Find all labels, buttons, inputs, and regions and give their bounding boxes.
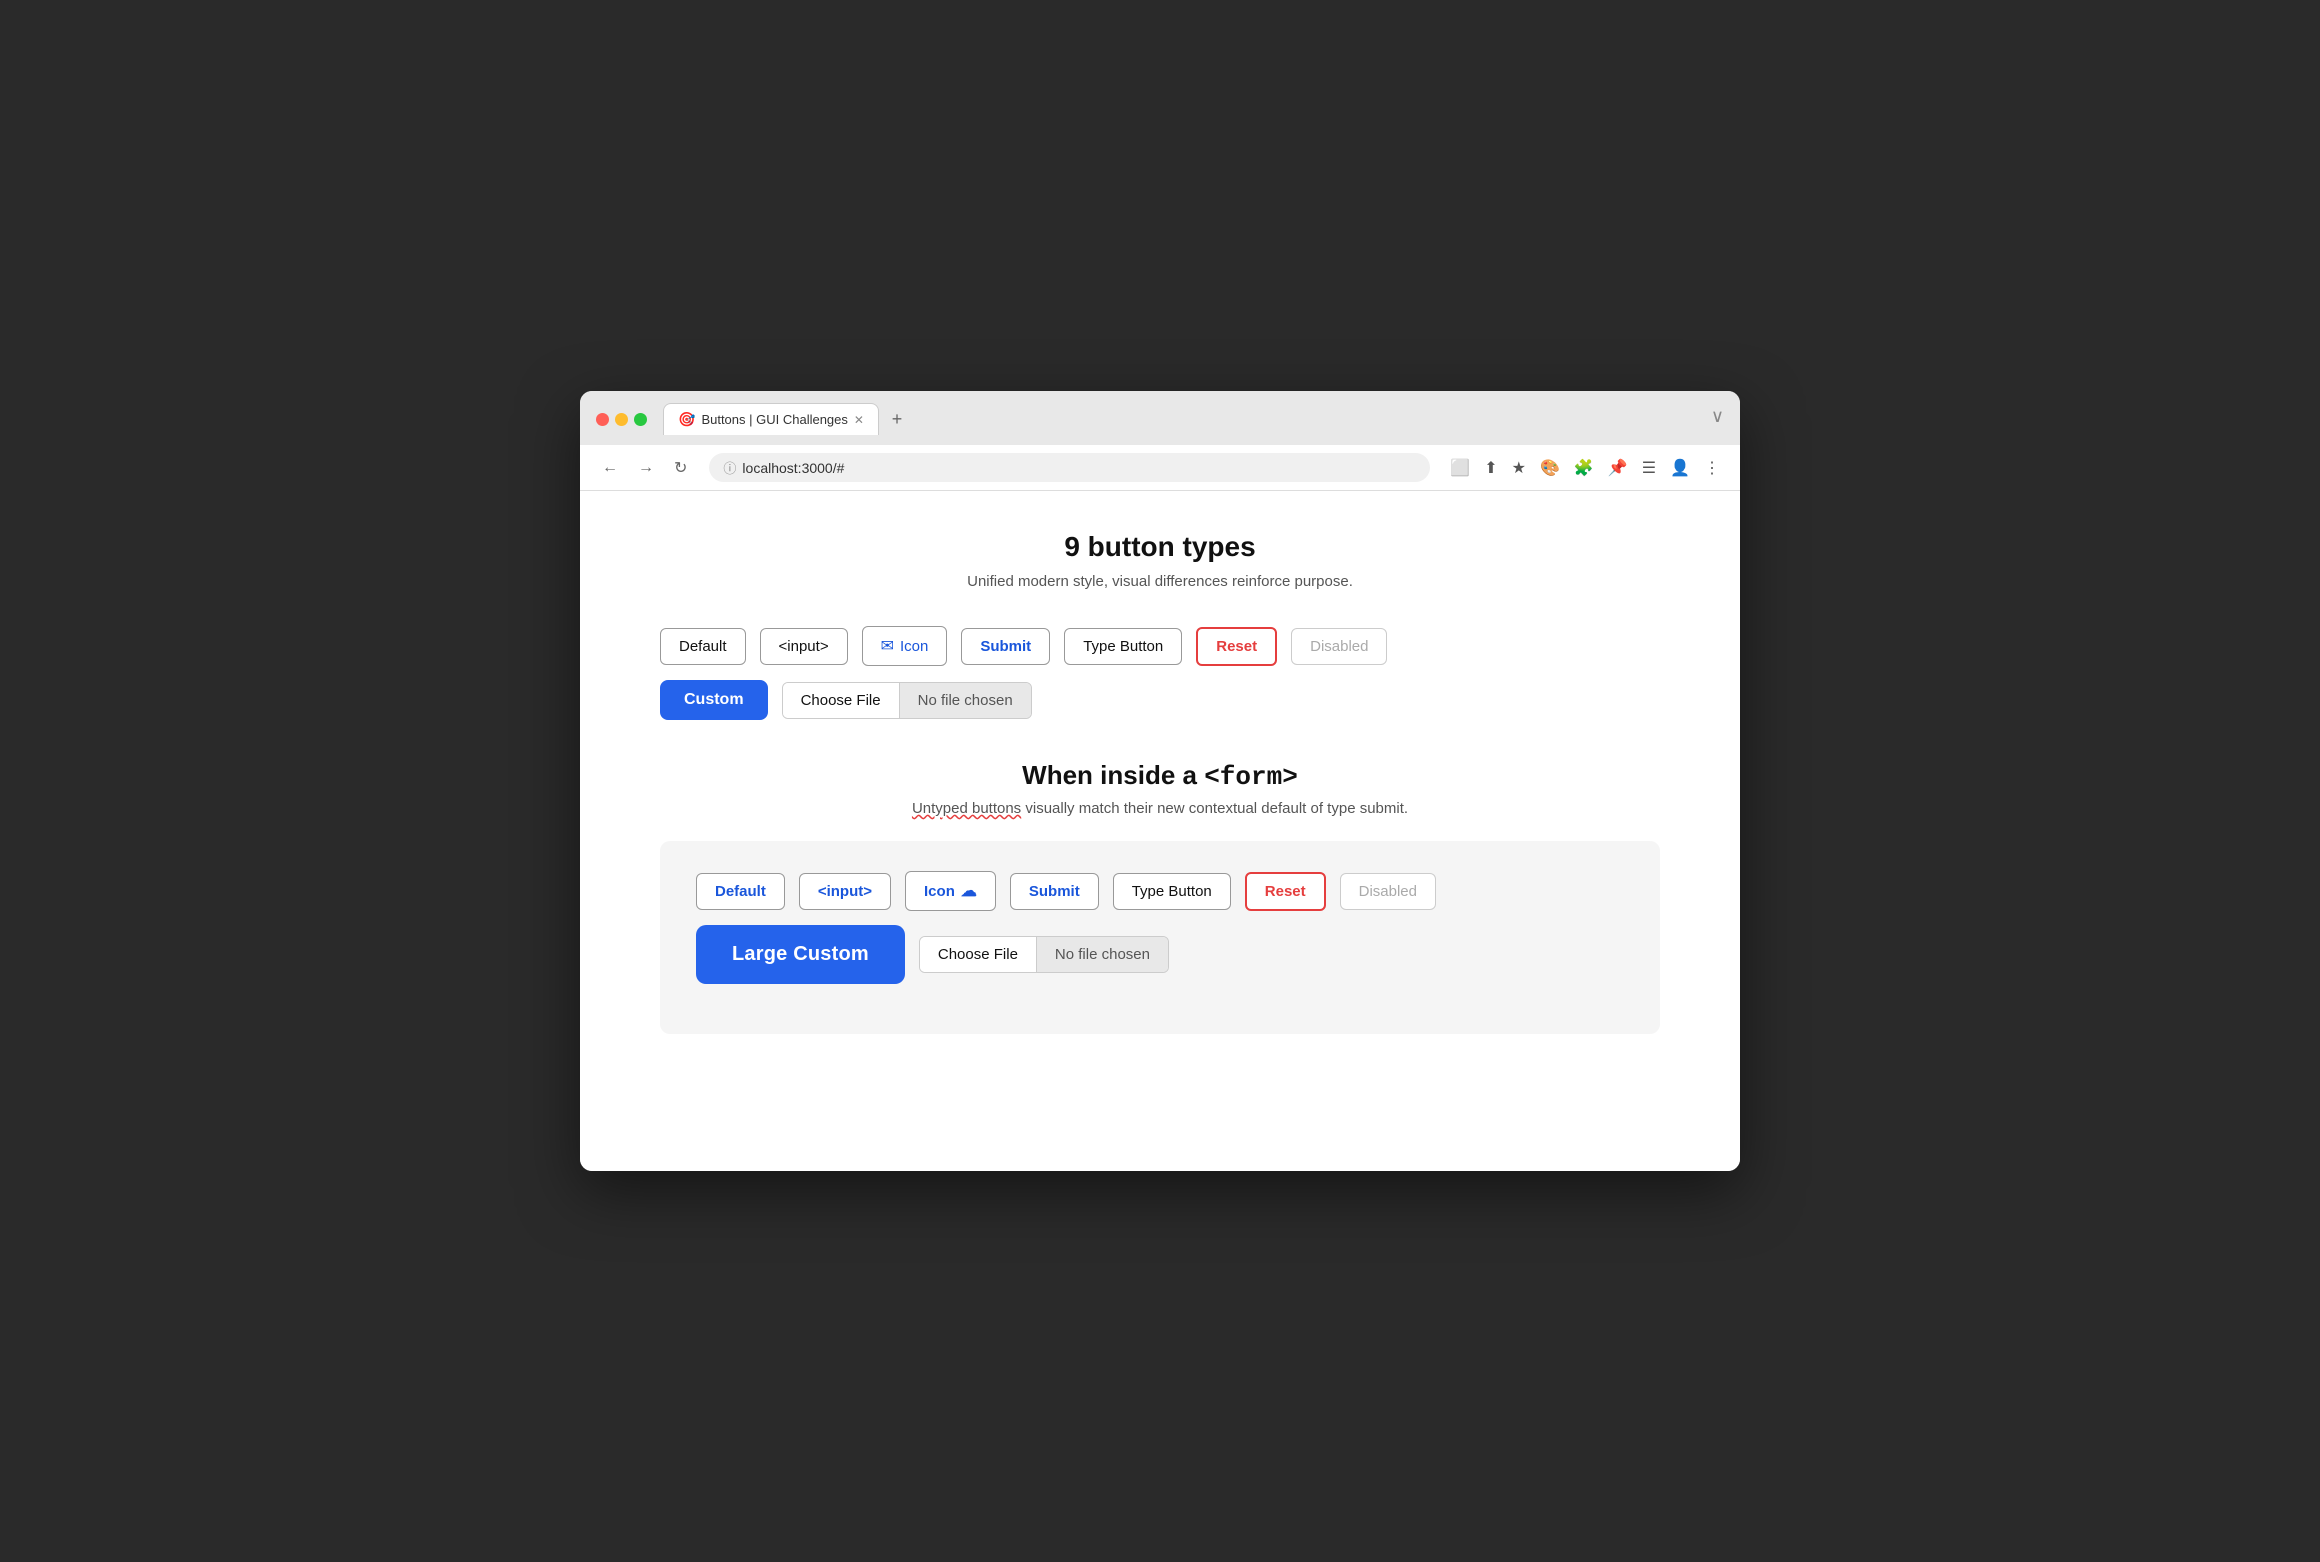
address-bar[interactable]: ⓘ localhost:3000/# xyxy=(709,453,1430,482)
large-custom-button[interactable]: Large Custom xyxy=(696,925,905,984)
bookmark-icon[interactable]: ★ xyxy=(1508,454,1530,482)
active-tab[interactable]: 🎯 Buttons | GUI Challenges ✕ xyxy=(663,403,879,435)
share-icon[interactable]: ⬆ xyxy=(1480,454,1501,482)
minimize-button[interactable] xyxy=(615,413,628,426)
tab-title: Buttons | GUI Challenges xyxy=(701,412,847,427)
form-file-input-wrapper: Choose File No file chosen xyxy=(919,936,1169,973)
nav-actions: ⬜ ⬆ ★ 🎨 🧩 📌 ☰ 👤 ⋮ xyxy=(1446,454,1724,482)
disabled-button: Disabled xyxy=(1291,628,1387,665)
icon-button[interactable]: ✉ Icon xyxy=(862,626,948,666)
menu-icon[interactable]: ⋮ xyxy=(1700,454,1724,482)
form-section: Default <input> Icon ☁ Submit Type Butto… xyxy=(660,841,1660,1034)
forward-button[interactable]: → xyxy=(632,455,660,481)
submit-button[interactable]: Submit xyxy=(961,628,1050,665)
address-text: localhost:3000/# xyxy=(742,460,844,476)
sidebar-icon[interactable]: ☰ xyxy=(1638,454,1660,482)
section2-subtitle: Untyped buttons visually match their new… xyxy=(660,800,1660,817)
extension-icon[interactable]: 🎨 xyxy=(1536,454,1564,482)
address-lock-icon: ⓘ xyxy=(723,458,736,477)
profile-icon[interactable]: 👤 xyxy=(1666,454,1694,482)
close-button[interactable] xyxy=(596,413,609,426)
custom-button[interactable]: Custom xyxy=(660,680,768,720)
reset-button[interactable]: Reset xyxy=(1196,627,1277,666)
button-row-1: Default <input> ✉ Icon Submit Type Butto… xyxy=(660,626,1660,666)
cloud-icon: ☁ xyxy=(961,881,977,901)
nav-bar: ← → ↻ ⓘ localhost:3000/# ⬜ ⬆ ★ 🎨 🧩 📌 ☰ 👤… xyxy=(580,445,1740,491)
form-submit-button[interactable]: Submit xyxy=(1010,873,1099,910)
page-content: 9 button types Unified modern style, vis… xyxy=(580,491,1740,1171)
reload-button[interactable]: ↻ xyxy=(668,454,693,482)
window-controls: ∨ xyxy=(1711,406,1724,427)
email-icon: ✉ xyxy=(881,636,894,656)
form-disabled-button: Disabled xyxy=(1340,873,1436,910)
form-type-button-button[interactable]: Type Button xyxy=(1113,873,1231,910)
form-button-row-1: Default <input> Icon ☁ Submit Type Butto… xyxy=(696,871,1624,911)
pin-icon[interactable]: 📌 xyxy=(1604,454,1632,482)
new-tab-button[interactable]: + xyxy=(883,405,911,433)
form-icon-button[interactable]: Icon ☁ xyxy=(905,871,996,911)
traffic-lights xyxy=(596,413,647,426)
tabs-row: 🎯 Buttons | GUI Challenges ✕ + xyxy=(663,403,1703,435)
tab-favicon: 🎯 xyxy=(678,411,695,428)
form-choose-file-button[interactable]: Choose File xyxy=(920,937,1037,972)
browser-window: 🎯 Buttons | GUI Challenges ✕ + ∨ ← → ↻ ⓘ… xyxy=(580,391,1740,1171)
file-no-chosen-label: No file chosen xyxy=(900,683,1031,718)
page-subtitle: Unified modern style, visual differences… xyxy=(660,573,1660,590)
title-bar: 🎯 Buttons | GUI Challenges ✕ + ∨ xyxy=(580,391,1740,445)
tab-close-button[interactable]: ✕ xyxy=(854,413,864,427)
type-button-button[interactable]: Type Button xyxy=(1064,628,1182,665)
page-title: 9 button types xyxy=(660,531,1660,563)
input-button[interactable]: <input> xyxy=(760,628,848,665)
maximize-button[interactable] xyxy=(634,413,647,426)
external-link-icon[interactable]: ⬜ xyxy=(1446,454,1474,482)
button-row-2: Custom Choose File No file chosen xyxy=(660,680,1660,720)
back-button[interactable]: ← xyxy=(596,455,624,481)
section2-title: When inside a <form> xyxy=(660,760,1660,792)
form-button-row-2: Large Custom Choose File No file chosen xyxy=(696,925,1624,984)
form-file-no-chosen-label: No file chosen xyxy=(1037,937,1168,972)
form-input-button[interactable]: <input> xyxy=(799,873,891,910)
puzzle-icon[interactable]: 🧩 xyxy=(1570,454,1598,482)
form-default-button[interactable]: Default xyxy=(696,873,785,910)
file-input-wrapper: Choose File No file chosen xyxy=(782,682,1032,719)
choose-file-button[interactable]: Choose File xyxy=(783,683,900,718)
form-reset-button[interactable]: Reset xyxy=(1245,872,1326,911)
default-button[interactable]: Default xyxy=(660,628,746,665)
untyped-text: Untyped buttons xyxy=(912,800,1021,817)
